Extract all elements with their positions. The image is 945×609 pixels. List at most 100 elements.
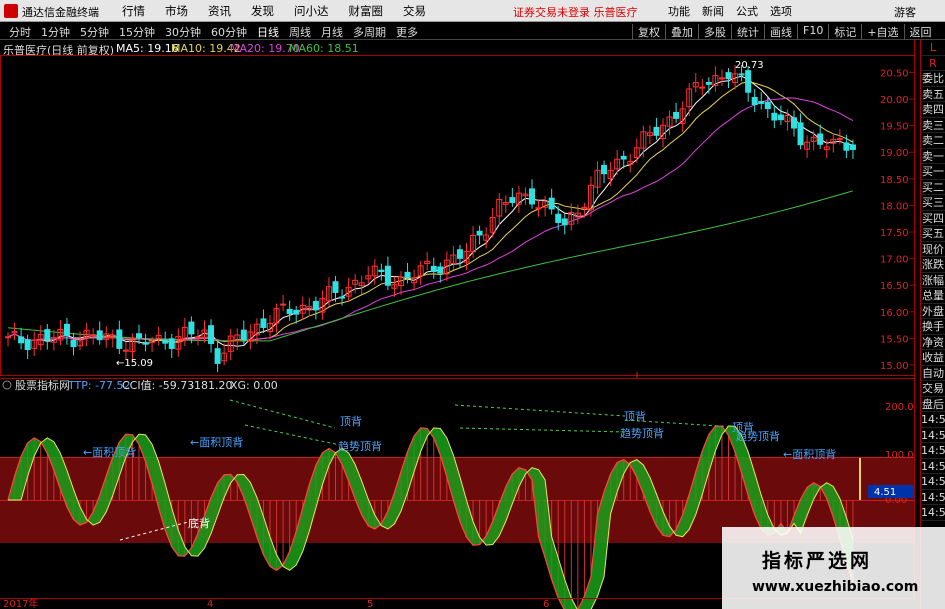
candle-body (548, 197, 555, 210)
panel-netasset: 净资 (921, 335, 945, 350)
panel-trade[interactable]: 交易 (921, 381, 945, 397)
candle-body (5, 336, 11, 339)
annotation-trend-div-1: 趋势顶背 (338, 439, 382, 453)
annotation-trend-div-3: 趋势顶背 (736, 429, 780, 443)
value-box-text: 4.51 (874, 487, 896, 498)
low-price-label: ←15.09 (116, 358, 153, 369)
panel-earnings: 收益 (921, 351, 945, 366)
price-tick: 20.50 (880, 68, 909, 79)
date-apr: 4 (207, 599, 213, 609)
div-line-2 (244, 424, 341, 446)
price-tick: 18.00 (880, 201, 909, 212)
high-price-label: 20.73 (735, 60, 764, 71)
candle-body (509, 197, 516, 203)
panel-turnover: 换手 (921, 320, 945, 335)
candle-body (136, 333, 142, 339)
candle-body (214, 348, 221, 364)
panel-time: 14:50 (921, 475, 945, 490)
candle-body (70, 339, 77, 348)
candle-body (725, 72, 732, 80)
candle-body (555, 213, 562, 223)
price-tick: 20.00 (880, 95, 909, 106)
candle-body (745, 70, 752, 93)
candle-body (240, 329, 247, 341)
candle-body (142, 341, 149, 345)
price-tick: 17.00 (880, 255, 909, 266)
panel-auto[interactable]: 自动 (921, 366, 945, 381)
panel-weibi: 委比 (921, 72, 945, 87)
price-tick: 16.50 (880, 281, 909, 292)
panel-sell1: 卖一 (921, 149, 945, 164)
ma60-line (7, 190, 854, 342)
candle-body (601, 164, 608, 175)
price-tick: 15.50 (880, 334, 909, 345)
candle-body (96, 330, 103, 341)
candle-body (90, 334, 97, 337)
panel-after[interactable]: 盘后 (921, 397, 945, 412)
candlesticks (5, 64, 856, 373)
candle-body (437, 266, 444, 274)
chart-canvas[interactable]: 20.50 20.00 19.50 19.00 18.50 18.00 17.50 17.00… (0, 0, 920, 609)
candle-body (843, 142, 850, 151)
moving-averages (7, 75, 854, 347)
indicator-tick: 100.0 (885, 450, 914, 461)
candle-body (456, 249, 463, 259)
div-line-1 (229, 399, 336, 429)
candle-body (581, 206, 588, 209)
candle-body (260, 318, 267, 328)
candle-body (797, 122, 804, 146)
price-tick: 16.00 (880, 308, 909, 319)
candle-body (777, 114, 784, 121)
annotation-area-div-2: ←面积顶背 (190, 435, 243, 449)
panel-buy5: 买五 (921, 227, 945, 242)
candle-body (705, 81, 712, 85)
candle-body (384, 265, 391, 286)
candle-body (404, 271, 411, 279)
panel-buy4: 买四 (921, 211, 945, 226)
panel-sell4: 卖四 (921, 103, 945, 118)
candle-body (430, 265, 437, 272)
candle-body (561, 218, 568, 226)
candle-body (699, 86, 706, 89)
candle-body (286, 308, 293, 315)
candle-body (168, 338, 175, 349)
panel-sell5: 卖五 (921, 87, 945, 102)
candle-body (653, 126, 660, 136)
panel-l[interactable]: L (921, 40, 945, 56)
candle-body (339, 296, 346, 299)
panel-buy3: 买三 (921, 196, 945, 211)
panel-time: 14:50 (921, 444, 945, 459)
price-tick: 15.00 (880, 361, 909, 372)
annotation-bottom-div: 底背 (188, 516, 210, 530)
div-line-4 (459, 427, 626, 433)
candle-body (18, 336, 25, 344)
indicator-value2: -181.20 (190, 379, 232, 392)
candle-body (293, 309, 300, 315)
annotation-trend-div-2: 趋势顶背 (620, 426, 664, 440)
watermark: 指标严选网 www.xuezhibiao.com (722, 527, 945, 609)
panel-sell2: 卖二 (921, 134, 945, 149)
panel-time: 14:50 (921, 428, 945, 443)
candle-body (44, 329, 51, 341)
candle-body (208, 325, 215, 345)
candle-body (836, 138, 843, 141)
ma10-line (7, 81, 854, 343)
candle-body (162, 340, 169, 344)
candle-body (620, 155, 627, 160)
indicator-settings-icon[interactable] (2, 380, 12, 390)
indicator-ttp: TTP: -77.52 (67, 379, 131, 392)
panel-r[interactable]: R (921, 56, 945, 71)
annotation-top-div-2: 顶背 (624, 409, 646, 423)
candle-body (738, 73, 745, 76)
annotation-area-div-3: ←面积顶背 (783, 447, 836, 461)
candle-body (791, 117, 797, 129)
panel-pct: 涨幅 (921, 273, 945, 288)
candle-body (764, 101, 771, 110)
candle-body (194, 336, 201, 339)
watermark-title: 指标严选网 (762, 550, 873, 572)
candle-body (188, 321, 195, 335)
price-axis: 20.50 20.00 19.50 19.00 18.50 18.00 17.50 17.00… (880, 68, 914, 372)
panel-sell3: 卖三 (921, 118, 945, 133)
indicator-tick: 200.0 (885, 402, 914, 413)
indicator-xg: XG: 0.00 (230, 379, 278, 392)
